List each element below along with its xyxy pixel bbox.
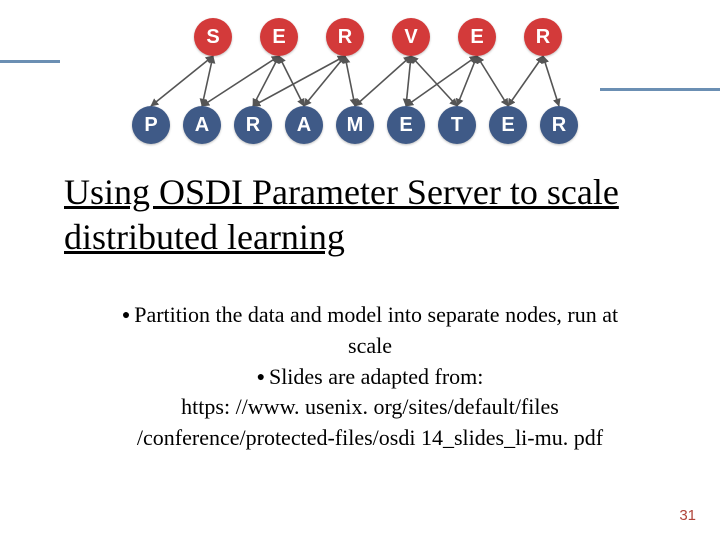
param-node-5: E — [387, 106, 425, 144]
param-node-3: A — [285, 106, 323, 144]
accent-rule-left — [0, 60, 60, 63]
param-node-8: R — [540, 106, 578, 144]
server-node-1: E — [260, 18, 298, 56]
accent-rule-right — [600, 88, 720, 91]
bullet-1: Partition the data and model into separa… — [122, 302, 618, 358]
param-node-1: A — [183, 106, 221, 144]
server-node-2: R — [326, 18, 364, 56]
slide-body: Partition the data and model into separa… — [100, 300, 640, 454]
server-node-5: R — [524, 18, 562, 56]
page-number: 31 — [679, 507, 696, 524]
param-node-7: E — [489, 106, 527, 144]
param-node-2: R — [234, 106, 272, 144]
bullet-2: Slides are adapted from: — [257, 364, 484, 389]
server-node-4: E — [458, 18, 496, 56]
server-node-0: S — [194, 18, 232, 56]
slide-title: Using OSDI Parameter Server to scale dis… — [64, 170, 664, 260]
parameter-server-diagram: SERVERPARAMETER — [130, 0, 590, 150]
source-link-text: https: //www. usenix. org/sites/default/… — [100, 392, 640, 454]
param-node-0: P — [132, 106, 170, 144]
param-node-4: M — [336, 106, 374, 144]
param-node-6: T — [438, 106, 476, 144]
server-node-3: V — [392, 18, 430, 56]
